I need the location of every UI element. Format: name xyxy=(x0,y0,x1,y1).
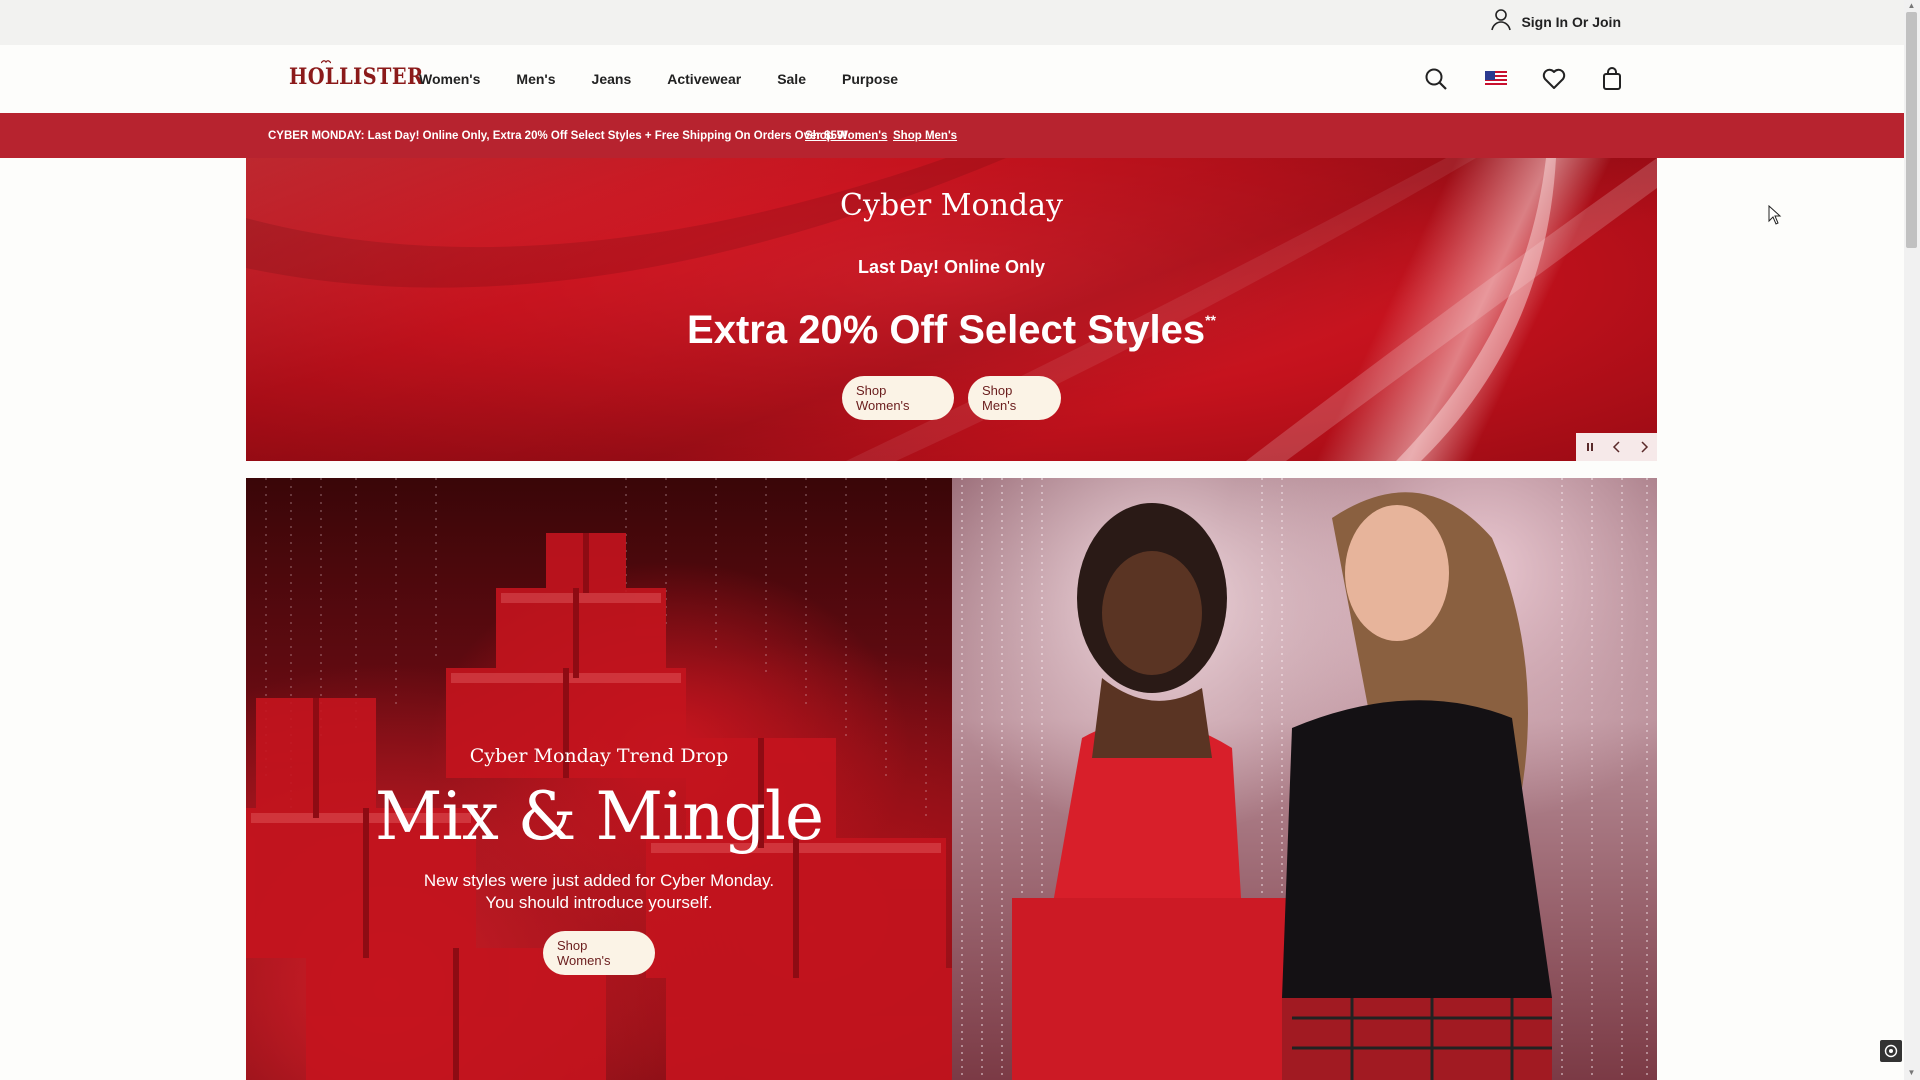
site-header: HOLLISTER Women's Men's Jeans Activewear… xyxy=(0,45,1904,113)
mouse-cursor-icon xyxy=(1768,205,1782,225)
scroll-up-icon[interactable]: ▲ xyxy=(1906,1,1917,11)
nav-jeans[interactable]: Jeans xyxy=(592,71,632,87)
models-image[interactable] xyxy=(952,478,1657,1080)
sign-in-label: Sign In Or Join xyxy=(1521,14,1621,30)
promo-shop-mens-link[interactable]: Shop Men's xyxy=(893,130,957,142)
hero-title: Cyber Monday xyxy=(840,188,1063,223)
mix-and-mingle-section: Cyber Monday Trend Drop Mix & Mingle New… xyxy=(246,478,1657,1080)
promo-text: CYBER MONDAY: Last Day! Online Only, Ext… xyxy=(268,129,848,142)
promo-shop-womens-link[interactable]: Shop Women's xyxy=(805,130,887,142)
us-flag-icon[interactable] xyxy=(1482,65,1510,93)
scrollbar-thumb[interactable] xyxy=(1906,12,1917,248)
mix-body-line-2: You should introduce yourself. xyxy=(485,893,713,912)
sign-in-link[interactable]: Sign In Or Join xyxy=(1491,8,1621,36)
scroll-down-icon[interactable]: ▼ xyxy=(1906,1068,1917,1078)
promo-banner: CYBER MONDAY: Last Day! Online Only, Ext… xyxy=(0,113,1904,158)
hero-offer-text: Extra 20% Off Select Styles xyxy=(687,308,1206,352)
carousel-controls xyxy=(1576,433,1657,461)
mix-text-block: Cyber Monday Trend Drop Mix & Mingle New… xyxy=(246,478,952,1080)
nav-sale[interactable]: Sale xyxy=(777,71,806,87)
mix-body-line-1: New styles were just added for Cyber Mon… xyxy=(423,871,775,890)
accessibility-icon[interactable] xyxy=(1880,1040,1902,1062)
chevron-right-icon[interactable] xyxy=(1634,437,1654,457)
hero-banner: Cyber Monday Last Day! Online Only Extra… xyxy=(246,158,1657,461)
search-icon[interactable] xyxy=(1422,65,1450,93)
user-icon xyxy=(1491,8,1512,36)
hero-shop-mens-button[interactable]: Shop Men's xyxy=(968,376,1061,420)
bag-icon[interactable] xyxy=(1598,65,1626,93)
mix-kicker: Cyber Monday Trend Drop xyxy=(469,745,729,767)
utility-bar: Sign In Or Join xyxy=(0,0,1904,45)
seagull-icon xyxy=(321,60,331,64)
offer-footnote-mark: ** xyxy=(1205,312,1216,328)
hero-buttons: Shop Women's Shop Men's xyxy=(246,376,1657,420)
hero-subtitle: Last Day! Online Only xyxy=(857,257,1046,277)
main-nav: Women's Men's Jeans Activewear Sale Purp… xyxy=(419,45,934,113)
page: Sign In Or Join HOLLISTER Women's Men's … xyxy=(0,0,1920,1080)
nav-activewear[interactable]: Activewear xyxy=(667,71,741,87)
heart-icon[interactable] xyxy=(1540,65,1568,93)
pause-icon[interactable] xyxy=(1580,437,1600,457)
hollister-logo[interactable]: HOLLISTER xyxy=(289,64,424,90)
chevron-left-icon[interactable] xyxy=(1607,437,1627,457)
hero-shop-womens-button[interactable]: Shop Women's xyxy=(842,376,954,420)
mix-title: Mix & Mingle xyxy=(374,778,824,855)
nav-mens[interactable]: Men's xyxy=(516,71,555,87)
nav-womens[interactable]: Women's xyxy=(419,71,480,87)
hero-offer: Extra 20% Off Select Styles** xyxy=(246,308,1657,353)
mix-body: New styles were just added for Cyber Mon… xyxy=(246,870,952,914)
mix-shop-womens-button[interactable]: Shop Women's xyxy=(543,931,655,975)
nav-purpose[interactable]: Purpose xyxy=(842,71,898,87)
